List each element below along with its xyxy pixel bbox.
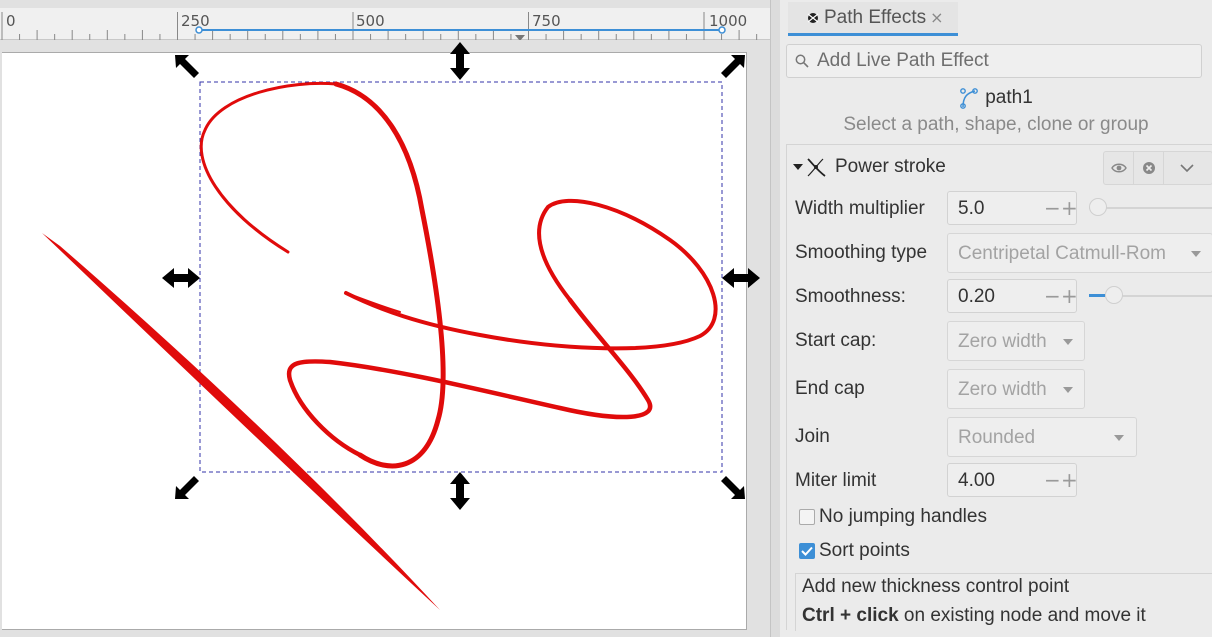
- width-multiplier-increment[interactable]: +: [1061, 196, 1078, 220]
- join-value: Rounded: [958, 427, 1036, 448]
- checkmark-icon: [801, 546, 813, 556]
- width-multiplier-label: Width multiplier: [795, 198, 925, 219]
- width-multiplier-slider-knob[interactable]: [1089, 198, 1107, 216]
- join-row: Join Rounded: [787, 415, 1212, 457]
- help-text-box: Add new thickness control point Ctrl + c…: [795, 573, 1212, 631]
- drawing-layer[interactable]: [0, 0, 770, 637]
- smoothness-decrement[interactable]: −: [1044, 284, 1061, 308]
- expander-triangle-icon[interactable]: [793, 162, 803, 172]
- selected-object-row: path1: [780, 84, 1212, 112]
- smoothness-label: Smoothness:: [795, 286, 906, 307]
- scale-handle-top-left[interactable]: [175, 55, 199, 80]
- path-effects-dock: Path Effects × Add Live Path Effect path…: [780, 0, 1212, 637]
- no-jumping-handles-label[interactable]: No jumping handles: [819, 506, 987, 528]
- path-effects-icon: [807, 12, 819, 23]
- selection-hint: Select a path, shape, clone or group: [843, 114, 1149, 135]
- join-label: Join: [795, 426, 830, 447]
- start-cap-value: Zero width: [958, 331, 1047, 352]
- join-dropdown[interactable]: Rounded: [947, 417, 1137, 457]
- object-name: path1: [985, 87, 1033, 108]
- power-stroke-icon: [807, 158, 826, 177]
- path-node-icon: [960, 88, 979, 109]
- help-shortcut: Ctrl + click: [802, 605, 899, 626]
- remove-effect-button[interactable]: [1134, 152, 1164, 184]
- start-cap-label: Start cap:: [795, 330, 877, 351]
- selection-handles[interactable]: [162, 42, 760, 510]
- miter-limit-spinbox[interactable]: 4.00 − +: [947, 463, 1078, 497]
- smoothness-slider-fill: [1089, 294, 1105, 297]
- power-stroke-effect-panel: Power stroke Width multiplier 5.0 − + Sm…: [786, 144, 1212, 631]
- start-cap-row: Start cap: Zero width: [787, 319, 1212, 361]
- no-jumping-handles-checkbox-row[interactable]: No jumping handles: [799, 505, 987, 529]
- no-jumping-handles-checkbox[interactable]: [799, 509, 815, 525]
- dropdown-arrow-icon: [1063, 339, 1073, 345]
- width-multiplier-row: Width multiplier 5.0 − +: [787, 189, 1212, 229]
- miter-limit-value[interactable]: 4.00: [958, 470, 995, 492]
- sort-points-label[interactable]: Sort points: [819, 540, 910, 562]
- effect-header-buttons: [1103, 151, 1212, 185]
- smoothness-row: Smoothness: 0.20 − +: [787, 277, 1212, 317]
- scale-handle-right[interactable]: [722, 268, 760, 288]
- effect-title: Power stroke: [835, 156, 946, 177]
- tab-close-icon[interactable]: ×: [930, 8, 943, 27]
- miter-limit-increment[interactable]: +: [1061, 468, 1078, 492]
- dock-separator[interactable]: [770, 0, 780, 637]
- scale-handle-bottom-right[interactable]: [721, 476, 745, 499]
- dropdown-arrow-icon: [1063, 387, 1073, 393]
- dropdown-arrow-icon: [1114, 435, 1124, 441]
- remove-icon: [1142, 162, 1155, 174]
- width-multiplier-slider[interactable]: [1089, 207, 1212, 209]
- dropdown-arrow-icon: [1191, 251, 1201, 257]
- end-cap-dropdown[interactable]: Zero width: [947, 369, 1085, 409]
- width-multiplier-value[interactable]: 5.0: [958, 198, 984, 220]
- smoothing-type-value: Centripetal Catmull-Rom: [958, 243, 1167, 264]
- help-line-2-rest: on existing node and move it: [898, 605, 1146, 626]
- help-line-2: Ctrl + click on existing node and move i…: [802, 605, 1146, 627]
- add-live-path-effect-search[interactable]: Add Live Path Effect: [786, 44, 1202, 78]
- sort-points-checkbox[interactable]: [799, 543, 815, 559]
- smoothness-spinbox[interactable]: 0.20 − +: [947, 279, 1078, 313]
- eye-icon: [1110, 163, 1127, 173]
- miter-limit-label: Miter limit: [795, 470, 877, 491]
- smoothness-value[interactable]: 0.20: [958, 286, 995, 308]
- help-line-1: Add new thickness control point: [802, 576, 1070, 597]
- diagonal-stroke-path[interactable]: [42, 233, 440, 610]
- toggle-visibility-button[interactable]: [1104, 152, 1134, 184]
- scale-handle-left[interactable]: [162, 268, 200, 288]
- width-multiplier-spinbox[interactable]: 5.0 − +: [947, 191, 1078, 225]
- scale-handle-top-right[interactable]: [721, 55, 745, 78]
- tab-path-effects[interactable]: Path Effects ×: [788, 2, 958, 36]
- tab-label: Path Effects: [824, 6, 927, 28]
- end-cap-value: Zero width: [958, 379, 1047, 400]
- search-icon: [795, 54, 809, 68]
- smoothness-increment[interactable]: +: [1061, 284, 1078, 308]
- end-cap-label: End cap: [795, 378, 865, 399]
- search-placeholder: Add Live Path Effect: [817, 50, 989, 71]
- start-cap-dropdown[interactable]: Zero width: [947, 321, 1085, 361]
- canvas-area[interactable]: 0 250 500 750 1000: [0, 0, 770, 637]
- sort-points-checkbox-row[interactable]: Sort points: [799, 539, 910, 563]
- miter-limit-row: Miter limit 4.00 − +: [787, 461, 1212, 501]
- smoothing-type-dropdown[interactable]: Centripetal Catmull-Rom: [947, 233, 1212, 273]
- smoothing-type-label: Smoothing type: [795, 242, 928, 263]
- smoothness-slider-knob[interactable]: [1105, 286, 1123, 304]
- end-cap-row: End cap Zero width: [787, 367, 1212, 409]
- chevron-down-icon: [1180, 163, 1194, 172]
- effect-header[interactable]: Power stroke: [787, 147, 1212, 187]
- scale-handle-bottom-left[interactable]: [175, 476, 199, 499]
- scale-handle-bottom[interactable]: [450, 472, 470, 510]
- width-multiplier-decrement[interactable]: −: [1044, 196, 1061, 220]
- scale-handle-top[interactable]: [450, 42, 470, 80]
- power-stroke-path[interactable]: [199, 81, 718, 469]
- effect-menu-button[interactable]: [1164, 152, 1210, 184]
- miter-limit-decrement[interactable]: −: [1044, 468, 1061, 492]
- smoothing-type-row: Smoothing type Centripetal Catmull-Rom: [787, 231, 1212, 273]
